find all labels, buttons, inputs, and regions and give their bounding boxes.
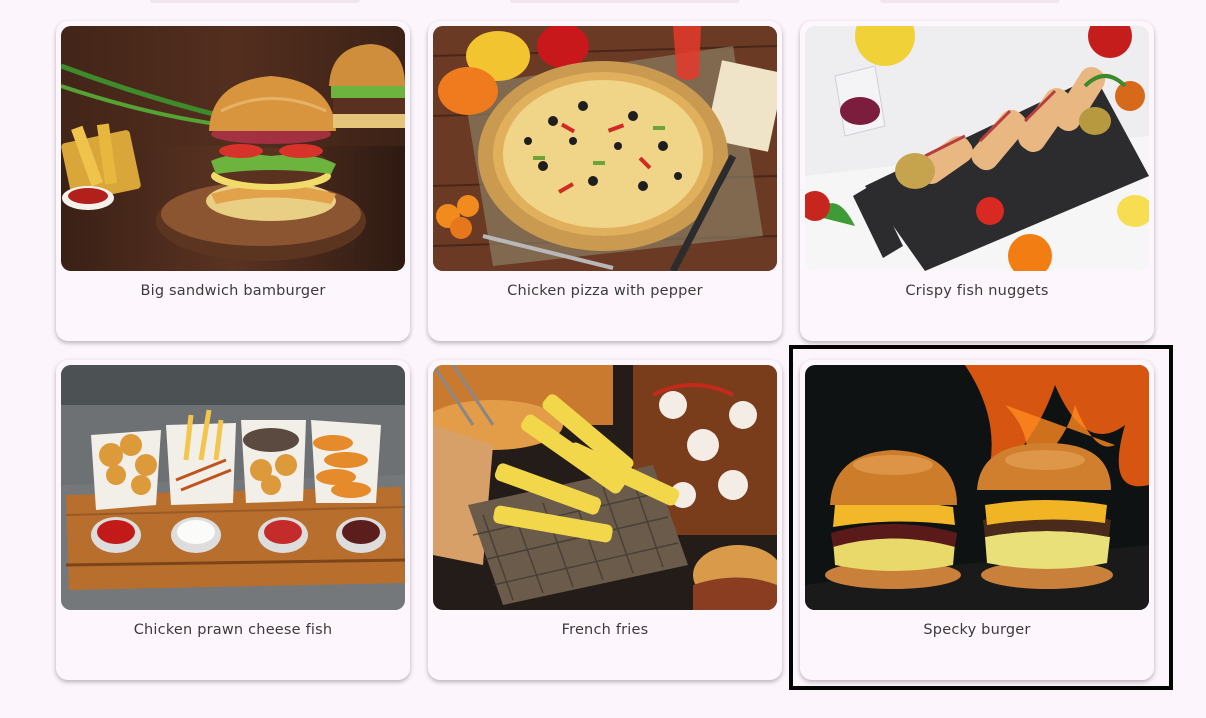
burger-photo xyxy=(61,26,405,271)
fried-platter-photo xyxy=(61,365,405,610)
menu-grid-page: Big sandwich bamburger Chicken pizza wit… xyxy=(0,0,1206,718)
fries-photo xyxy=(433,365,777,610)
menu-card[interactable]: Specky burger xyxy=(800,360,1154,680)
menu-card[interactable]: Chicken prawn cheese fish xyxy=(56,360,410,680)
menu-item-label: Big sandwich bamburger xyxy=(140,283,326,299)
fish-nuggets-photo xyxy=(805,26,1149,271)
menu-card[interactable]: Chicken pizza with pepper xyxy=(428,21,782,341)
previous-row-edge xyxy=(0,0,1206,4)
double-burger-photo xyxy=(805,365,1149,610)
menu-item-label: Specky burger xyxy=(923,622,1031,638)
menu-card[interactable]: Crispy fish nuggets xyxy=(800,21,1154,341)
menu-item-label: French fries xyxy=(561,622,649,638)
menu-card[interactable]: French fries xyxy=(428,360,782,680)
menu-card[interactable]: Big sandwich bamburger xyxy=(56,21,410,341)
menu-item-label: Crispy fish nuggets xyxy=(905,283,1049,299)
menu-item-label: Chicken prawn cheese fish xyxy=(133,622,333,638)
menu-item-label: Chicken pizza with pepper xyxy=(507,283,703,299)
pizza-photo xyxy=(433,26,777,271)
